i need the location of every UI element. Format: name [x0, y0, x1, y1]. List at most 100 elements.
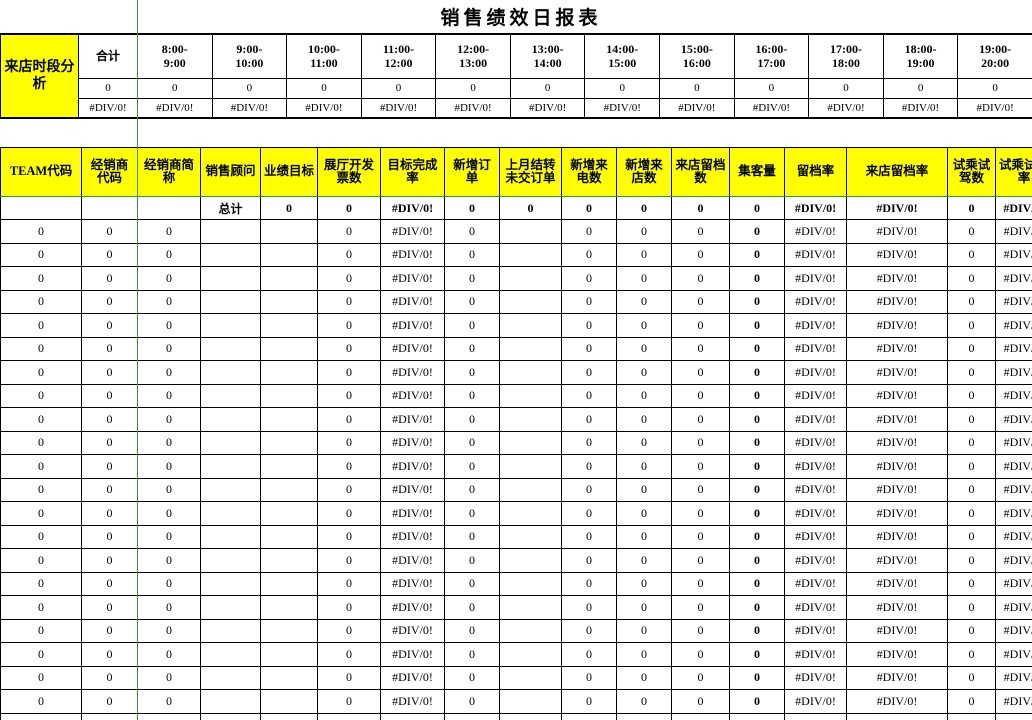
column-header-7[interactable]: 新增订单 [444, 147, 500, 197]
data-cell[interactable]: 0 [0, 454, 82, 479]
data-cell[interactable] [499, 407, 562, 432]
data-cell[interactable]: #DIV/0! [995, 618, 1032, 643]
data-cell[interactable] [260, 360, 318, 385]
data-cell[interactable]: 0 [561, 242, 617, 267]
total-value-cell[interactable]: 0 [317, 196, 381, 220]
data-cell[interactable]: 0 [561, 689, 617, 714]
data-cell[interactable]: 0 [729, 407, 785, 432]
data-cell[interactable]: 0 [729, 219, 785, 244]
data-cell[interactable]: 0 [317, 548, 381, 573]
data-cell[interactable]: #DIV/0! [846, 595, 948, 620]
data-cell[interactable] [499, 571, 562, 596]
data-cell[interactable]: 0 [0, 571, 82, 596]
data-cell[interactable]: 0 [317, 430, 381, 455]
data-cell[interactable]: #DIV/0! [380, 571, 445, 596]
data-cell[interactable]: 0 [947, 571, 996, 596]
column-header-14[interactable]: 来店留档率 [846, 147, 948, 197]
data-cell[interactable]: 0 [729, 501, 785, 526]
data-cell[interactable]: 0 [729, 289, 785, 314]
data-cell[interactable]: 0 [616, 712, 672, 720]
data-cell[interactable]: 0 [616, 524, 672, 549]
data-cell[interactable]: 0 [137, 407, 201, 432]
data-cell[interactable] [200, 242, 261, 267]
data-cell[interactable] [260, 219, 318, 244]
data-cell[interactable]: 0 [616, 665, 672, 690]
data-cell[interactable]: #DIV/0! [380, 407, 445, 432]
data-cell[interactable]: #DIV/0! [995, 665, 1032, 690]
data-cell[interactable]: 0 [561, 548, 617, 573]
data-cell[interactable]: 0 [444, 524, 500, 549]
data-cell[interactable]: 0 [729, 548, 785, 573]
data-cell[interactable] [260, 665, 318, 690]
data-cell[interactable]: 0 [947, 242, 996, 267]
column-header-8[interactable]: 上月结转未交订单 [499, 147, 562, 197]
column-header-16[interactable]: 试乘试驾率 [995, 147, 1032, 197]
total-value-cell[interactable]: 0 [671, 196, 730, 220]
data-cell[interactable]: 0 [729, 642, 785, 667]
data-cell[interactable] [499, 266, 562, 291]
data-cell[interactable]: 0 [81, 501, 138, 526]
data-cell[interactable]: 0 [0, 689, 82, 714]
data-cell[interactable]: 0 [561, 407, 617, 432]
data-cell[interactable]: 0 [0, 595, 82, 620]
data-cell[interactable]: 0 [317, 595, 381, 620]
data-cell[interactable]: 0 [81, 689, 138, 714]
data-cell[interactable] [200, 712, 261, 720]
data-cell[interactable]: 0 [947, 524, 996, 549]
data-cell[interactable]: 0 [671, 477, 730, 502]
total-value-cell[interactable]: #DIV/0! [846, 196, 948, 220]
data-cell[interactable]: 0 [671, 266, 730, 291]
data-cell[interactable]: 0 [137, 454, 201, 479]
data-cell[interactable] [200, 571, 261, 596]
column-header-11[interactable]: 来店留档数 [671, 147, 730, 197]
data-cell[interactable]: 0 [137, 665, 201, 690]
data-cell[interactable] [260, 454, 318, 479]
column-header-13[interactable]: 留档率 [784, 147, 847, 197]
total-value-cell[interactable] [0, 196, 82, 220]
data-cell[interactable]: 0 [81, 219, 138, 244]
data-cell[interactable] [260, 595, 318, 620]
data-cell[interactable]: 0 [137, 289, 201, 314]
data-cell[interactable]: #DIV/0! [380, 477, 445, 502]
data-cell[interactable]: #DIV/0! [380, 712, 445, 720]
data-cell[interactable]: 0 [616, 383, 672, 408]
visit-time-count-cell[interactable]: 0 [435, 77, 511, 99]
data-cell[interactable]: 0 [561, 219, 617, 244]
data-cell[interactable]: #DIV/0! [784, 548, 847, 573]
data-cell[interactable]: 0 [81, 313, 138, 338]
data-cell[interactable] [260, 524, 318, 549]
data-cell[interactable]: 0 [0, 477, 82, 502]
data-cell[interactable]: 0 [317, 289, 381, 314]
total-value-cell[interactable]: 0 [616, 196, 672, 220]
data-cell[interactable]: #DIV/0! [995, 548, 1032, 573]
visit-time-rate-cell[interactable]: #DIV/0! [211, 97, 288, 119]
data-cell[interactable]: 0 [616, 595, 672, 620]
column-header-3[interactable]: 销售顾问 [200, 147, 261, 197]
data-cell[interactable]: #DIV/0! [380, 595, 445, 620]
data-cell[interactable] [499, 712, 562, 720]
data-cell[interactable]: 0 [947, 407, 996, 432]
data-cell[interactable]: #DIV/0! [846, 548, 948, 573]
data-cell[interactable]: 0 [0, 313, 82, 338]
total-value-cell[interactable]: 0 [260, 196, 318, 220]
data-cell[interactable] [499, 360, 562, 385]
data-cell[interactable]: 0 [671, 689, 730, 714]
data-cell[interactable]: 0 [947, 383, 996, 408]
data-cell[interactable]: #DIV/0! [995, 595, 1032, 620]
column-header-15[interactable]: 试乘试驾数 [947, 147, 996, 197]
data-cell[interactable]: 0 [444, 501, 500, 526]
data-cell[interactable]: 0 [317, 501, 381, 526]
data-cell[interactable] [499, 242, 562, 267]
data-cell[interactable]: 0 [317, 477, 381, 502]
visit-time-count-cell[interactable]: 0 [211, 77, 288, 99]
data-cell[interactable]: 0 [947, 642, 996, 667]
visit-time-rate-cell[interactable]: #DIV/0! [137, 97, 213, 119]
visit-time-count-cell[interactable]: 0 [733, 77, 810, 99]
data-cell[interactable]: #DIV/0! [784, 313, 847, 338]
data-cell[interactable] [200, 266, 261, 291]
data-cell[interactable]: #DIV/0! [380, 313, 445, 338]
data-cell[interactable]: 0 [729, 336, 785, 361]
data-cell[interactable]: #DIV/0! [995, 336, 1032, 361]
data-cell[interactable] [260, 642, 318, 667]
data-cell[interactable] [499, 313, 562, 338]
